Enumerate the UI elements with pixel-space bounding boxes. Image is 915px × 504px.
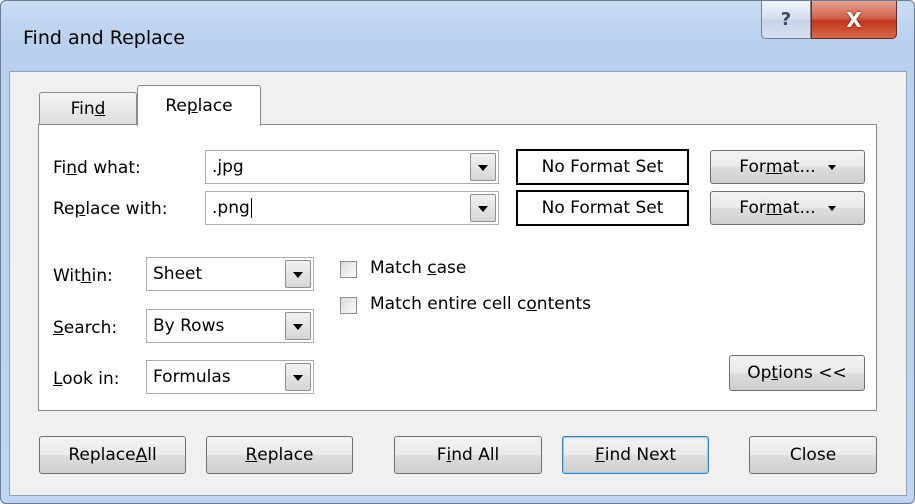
close-icon: X bbox=[846, 7, 862, 32]
replace-tab-panel: Find what: .jpg No Format Set For m at... … bbox=[38, 124, 877, 411]
find-format-preview: No Format Set bbox=[516, 149, 689, 185]
within-label: Within: bbox=[53, 266, 113, 286]
chevron-down-icon bbox=[827, 205, 836, 211]
match-entire-cell-label[interactable]: Match entire cell contents bbox=[370, 294, 591, 314]
search-label: Search: bbox=[53, 318, 118, 338]
search-dropdown-arrow-icon[interactable] bbox=[285, 312, 311, 340]
find-all-button[interactable]: Fi nd All bbox=[394, 436, 542, 474]
replace-button[interactable]: Replace bbox=[206, 436, 353, 474]
find-what-label: Find what: bbox=[53, 158, 141, 178]
close-button[interactable]: Close bbox=[749, 436, 877, 474]
replace-with-combobox[interactable]: .png bbox=[205, 191, 499, 225]
options-toggle-button[interactable]: Op t ions << bbox=[729, 355, 865, 391]
within-select[interactable]: Sheet bbox=[146, 257, 314, 291]
match-entire-cell-checkbox[interactable] bbox=[340, 297, 357, 314]
replace-with-label: Replace with: bbox=[53, 199, 168, 219]
look-in-dropdown-arrow-icon[interactable] bbox=[285, 363, 311, 391]
dialog-body: Fin d Re p lace Find what: .jpg No Format S… bbox=[9, 71, 907, 496]
title-bar[interactable]: Find and Replace ? X bbox=[1, 1, 914, 71]
help-icon: ? bbox=[780, 9, 792, 30]
replace-format-button[interactable]: For m at... bbox=[710, 191, 865, 225]
find-next-button[interactable]: Find Next bbox=[562, 436, 709, 474]
match-case-label[interactable]: Match case bbox=[370, 258, 466, 278]
replace-format-preview: No Format Set bbox=[516, 190, 689, 226]
replace-all-button[interactable]: Replace All bbox=[39, 436, 186, 474]
find-what-dropdown-arrow-icon[interactable] bbox=[470, 153, 496, 181]
help-button[interactable]: ? bbox=[761, 1, 811, 39]
search-order-select[interactable]: By Rows bbox=[146, 309, 314, 343]
text-cursor bbox=[250, 198, 252, 218]
tab-find[interactable]: Fin d bbox=[39, 92, 137, 125]
replace-with-dropdown-arrow-icon[interactable] bbox=[470, 194, 496, 222]
find-replace-dialog: Find and Replace ? X Fin d Re p lace Find w… bbox=[0, 0, 915, 504]
match-case-checkbox[interactable] bbox=[340, 261, 357, 278]
dialog-title: Find and Replace bbox=[23, 27, 185, 49]
close-window-button[interactable]: X bbox=[811, 1, 897, 39]
find-what-combobox[interactable]: .jpg bbox=[205, 150, 499, 184]
find-format-button[interactable]: For m at... bbox=[710, 150, 865, 184]
chevron-down-icon bbox=[827, 164, 836, 170]
look-in-select[interactable]: Formulas bbox=[146, 360, 314, 394]
tab-replace[interactable]: Re p lace bbox=[137, 85, 261, 126]
look-in-label: Look in: bbox=[53, 369, 120, 389]
replace-with-value: .png bbox=[212, 198, 252, 218]
find-what-value: .jpg bbox=[212, 157, 244, 177]
within-dropdown-arrow-icon[interactable] bbox=[285, 260, 311, 288]
